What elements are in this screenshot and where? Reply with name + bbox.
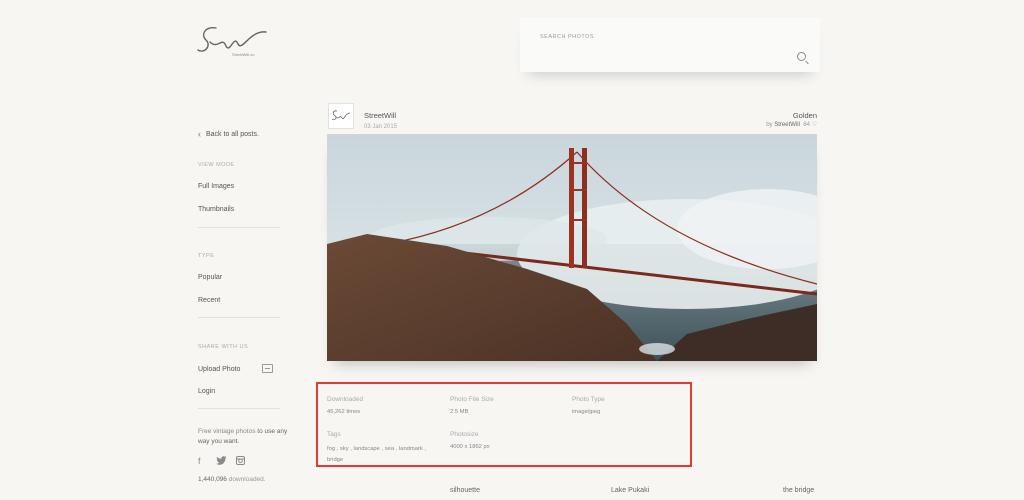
free-photos-text: Free vintage photos to use any way you w… [198, 427, 288, 447]
share-heading: SHARE WITH US [198, 344, 249, 350]
streetwill-logo-icon [197, 26, 267, 52]
back-to-posts-link[interactable]: ‹ Back to all posts. [198, 129, 259, 139]
download-count-value: 1,440,096 [198, 476, 227, 483]
view-mode-heading: VIEW MODE [198, 162, 235, 168]
tag-landmark[interactable]: landmark [399, 446, 423, 452]
tag-landscape[interactable]: landscape [353, 446, 379, 452]
tag-sea[interactable]: sea [385, 446, 394, 452]
file-size-value: 2.5 MB [450, 409, 469, 415]
author-avatar[interactable] [328, 103, 354, 129]
streetwill-avatar-icon [331, 110, 351, 121]
photo-title: Golden [792, 111, 817, 120]
photosize-value: 4000 x 1862 px [450, 444, 490, 450]
main-photo[interactable] [327, 134, 817, 361]
search-icon[interactable] [797, 52, 806, 61]
back-label: Back to all posts. [206, 130, 259, 138]
related-title-3[interactable]: the bridge [783, 487, 814, 494]
instagram-icon[interactable] [236, 456, 245, 467]
upload-icon[interactable] [262, 364, 273, 373]
golden-gate-bridge-photo [327, 134, 817, 361]
divider [198, 317, 280, 318]
search-box: SEARCH PHOTOS [520, 18, 820, 72]
photo-byline: by StreetWill 84 ♡ [766, 121, 817, 128]
likes-count: 84 [803, 122, 810, 128]
downloaded-value: 45,262 times [327, 409, 361, 415]
search-input[interactable] [538, 48, 778, 60]
related-title-1[interactable]: silhouette [450, 487, 480, 494]
photo-type-value: image/jpeg [572, 409, 601, 415]
tag-fog[interactable]: fog [327, 446, 335, 452]
post-date: 03 Jan 2015 [364, 124, 398, 130]
type-popular[interactable]: Popular [198, 274, 222, 281]
divider [198, 227, 280, 228]
photo-type-label: Photo Type [572, 396, 605, 403]
tag-bridge[interactable]: bridge [327, 457, 343, 463]
facebook-icon[interactable]: f [198, 456, 201, 466]
photosize-label: Photosize [450, 431, 479, 438]
file-size-label: Photo File Size [450, 396, 494, 403]
view-mode-full-images[interactable]: Full Images [198, 183, 234, 190]
heart-icon[interactable]: ♡ [812, 122, 817, 128]
upload-photo-link[interactable]: Upload Photo [198, 366, 240, 373]
type-recent[interactable]: Recent [198, 297, 220, 304]
logo[interactable] [196, 20, 272, 64]
view-mode-thumbnails[interactable]: Thumbnails [198, 206, 234, 213]
by-author-link[interactable]: StreetWill [774, 122, 800, 128]
logo-caption: StreetWill.co [232, 52, 255, 57]
login-link[interactable]: Login [198, 388, 215, 395]
download-count-suffix: downloaded. [226, 476, 266, 483]
chevron-left-icon: ‹ [198, 129, 201, 139]
divider [198, 408, 280, 409]
search-label: SEARCH PHOTOS [540, 34, 595, 40]
post-author[interactable]: StreetWill [364, 111, 396, 120]
tag-sky[interactable]: sky [340, 446, 349, 452]
free-text-accent: Free vintage photos [198, 428, 258, 435]
tags-list: fog , sky , landscape , sea , landmark ,… [327, 446, 427, 463]
twitter-icon[interactable] [216, 456, 227, 467]
downloaded-label: Downloaded [327, 396, 364, 403]
tags-label: Tags [327, 431, 341, 438]
related-title-2[interactable]: Lake Pukaki [611, 487, 649, 494]
type-heading: TYPE [198, 253, 215, 259]
total-downloads: 1,440,096 downloaded. [198, 476, 266, 483]
